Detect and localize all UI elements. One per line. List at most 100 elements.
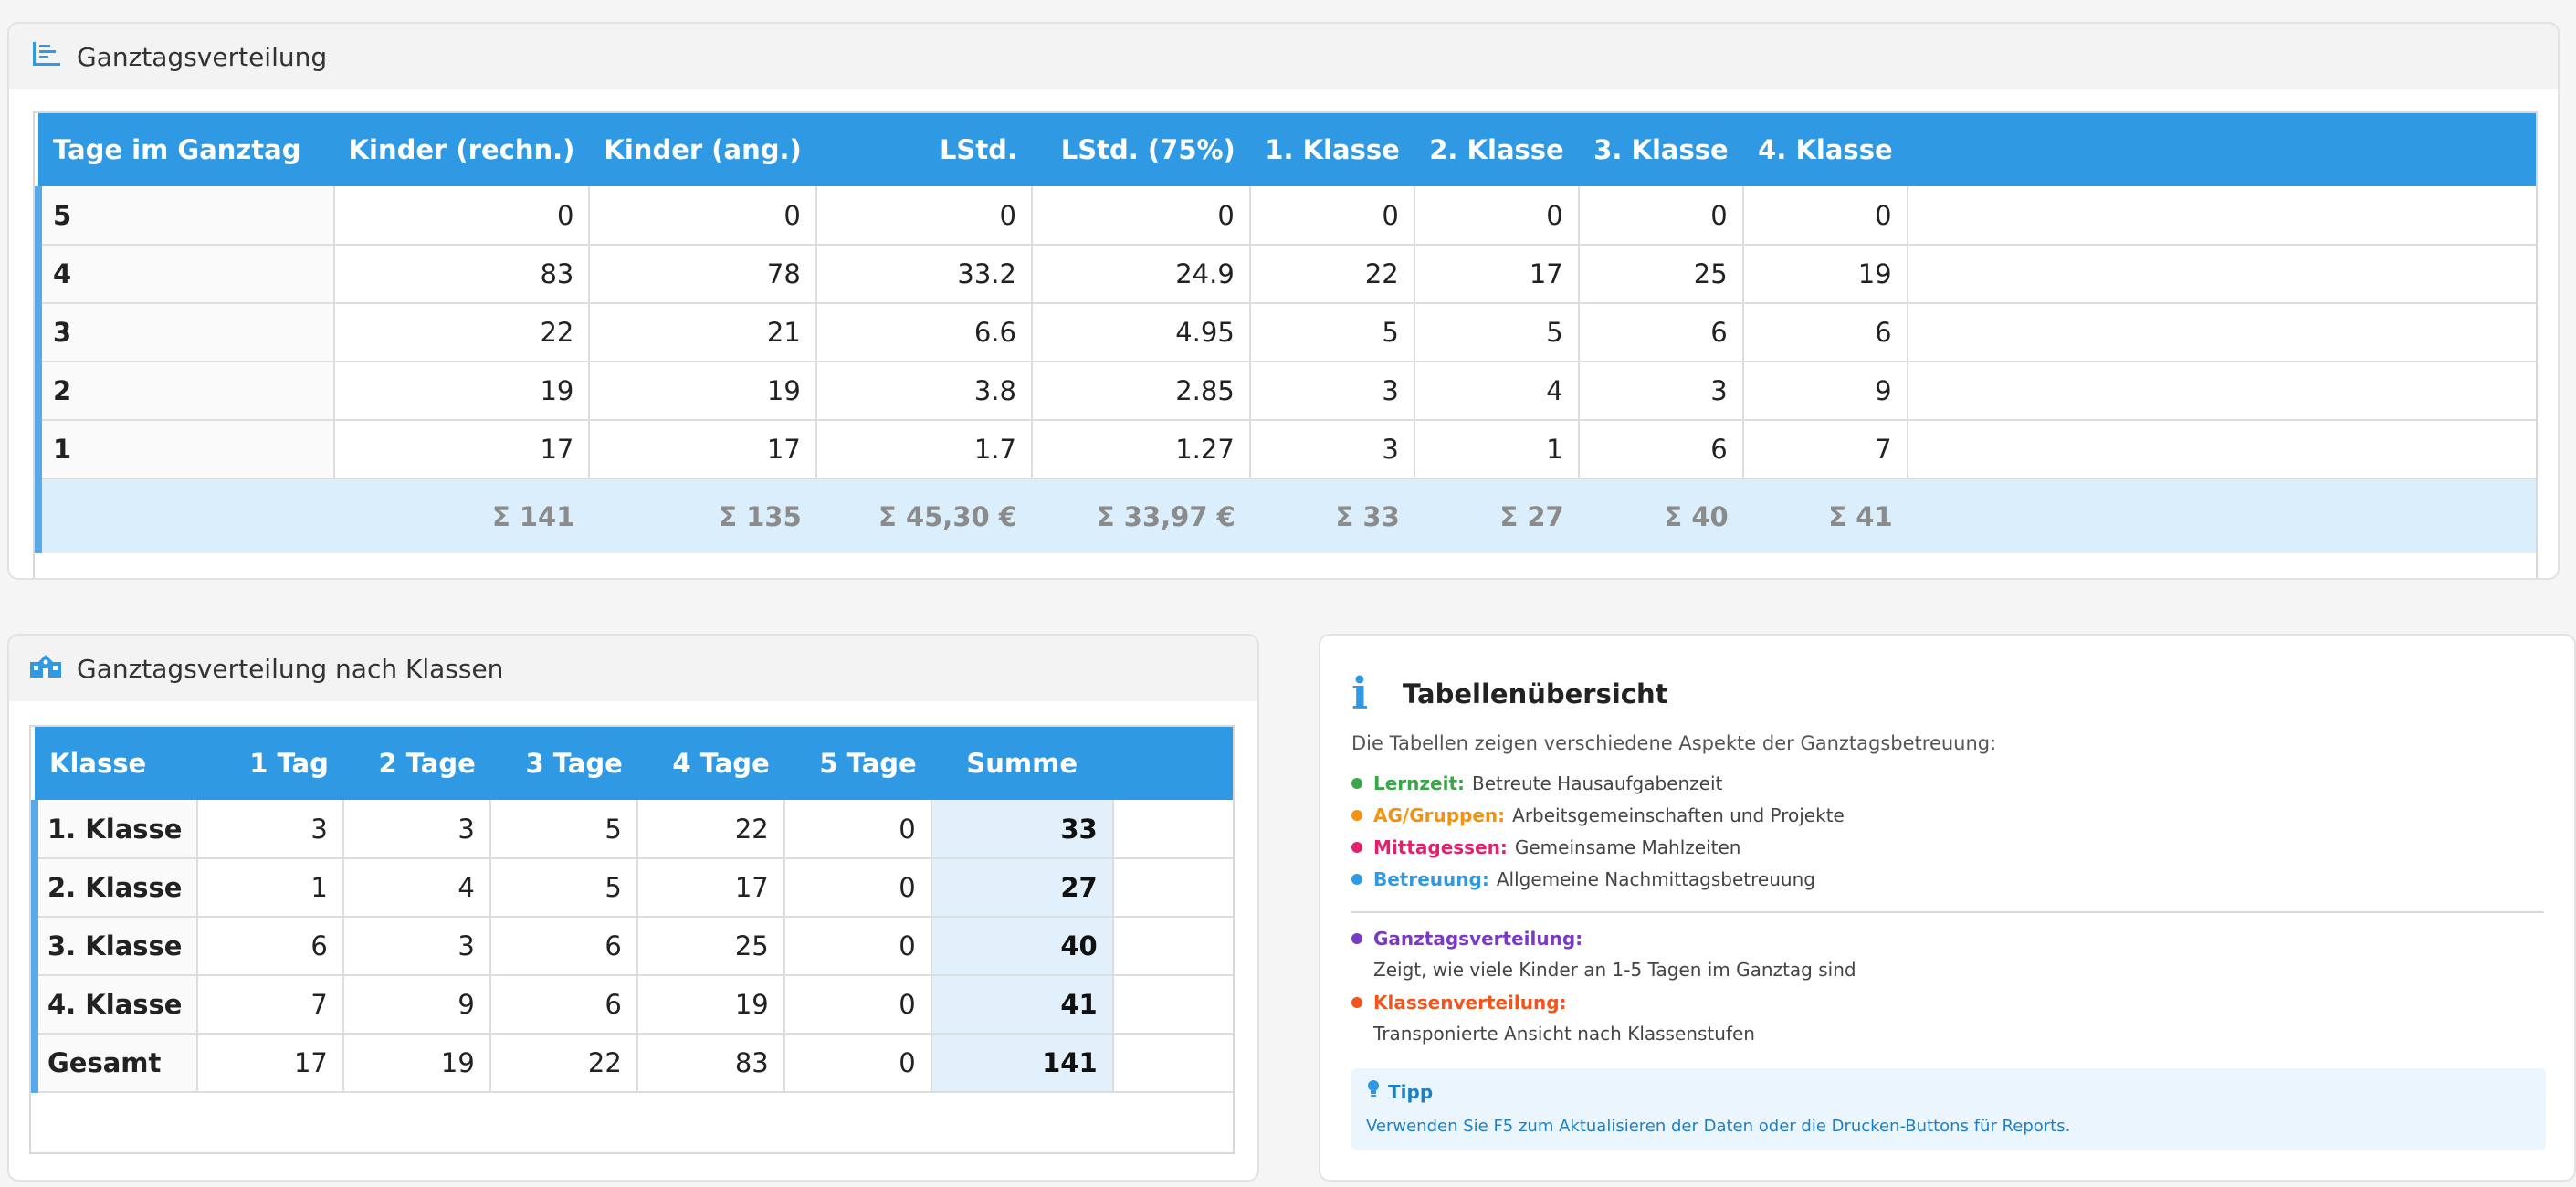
table-cell[interactable]: 0: [783, 858, 932, 918]
table-cell[interactable]: 0: [783, 1034, 932, 1093]
summe-cell[interactable]: 141: [931, 1034, 1114, 1093]
table-cell[interactable]: 1.7: [815, 420, 1033, 479]
table-row[interactable]: 4. Klasse 7 9 6 19 0 41: [31, 975, 1233, 1035]
table-row[interactable]: Gesamt 17 19 22 83 0 141: [31, 1034, 1233, 1093]
table-cell[interactable]: 21: [589, 303, 817, 362]
table-cell[interactable]: 19: [333, 362, 591, 421]
table-cell[interactable]: 5: [1249, 303, 1415, 362]
table-cell[interactable]: 6.6: [815, 303, 1033, 362]
table-cell[interactable]: 0: [783, 917, 932, 976]
row-label-cell[interactable]: 1. Klasse: [31, 800, 199, 859]
row-label-cell[interactable]: 1: [35, 420, 335, 479]
table-cell[interactable]: 0: [1414, 186, 1580, 246]
col-header-2-tage[interactable]: 2 Tage: [342, 727, 490, 800]
table-cell[interactable]: 6: [1578, 303, 1744, 362]
col-header-summe[interactable]: Summe: [931, 727, 1113, 800]
table-cell[interactable]: 3: [1578, 362, 1744, 421]
col-header-klasse-1[interactable]: 1. Klasse: [1249, 113, 1414, 186]
table-cell[interactable]: 5: [489, 800, 638, 859]
table-cell[interactable]: 1: [1414, 420, 1580, 479]
table-cell[interactable]: 0: [815, 186, 1033, 246]
col-header-klasse-3[interactable]: 3. Klasse: [1578, 113, 1743, 186]
row-label-cell[interactable]: 3: [35, 303, 335, 362]
col-header-4-tage[interactable]: 4 Tage: [636, 727, 784, 800]
table-cell[interactable]: 0: [1578, 186, 1744, 246]
table-cell[interactable]: 17: [197, 1034, 344, 1093]
col-header-klasse-4[interactable]: 4. Klasse: [1742, 113, 1908, 186]
col-header-tage[interactable]: Tage im Ganztag: [38, 113, 334, 186]
table-cell[interactable]: 17: [589, 420, 817, 479]
table-cell[interactable]: 3: [1249, 362, 1415, 421]
table-cell[interactable]: 78: [589, 245, 817, 304]
col-header-kinder-rechn[interactable]: Kinder (rechn.): [333, 113, 590, 186]
table-cell[interactable]: 22: [636, 800, 785, 859]
table-row[interactable]: 3. Klasse 6 3 6 25 0 40: [31, 917, 1233, 976]
col-header-kinder-ang[interactable]: Kinder (ang.): [589, 113, 816, 186]
table-cell[interactable]: 19: [636, 975, 785, 1035]
table-cell[interactable]: 6: [1742, 303, 1908, 362]
table-cell[interactable]: 2.85: [1031, 362, 1251, 421]
col-header-klasse[interactable]: Klasse: [35, 727, 198, 800]
col-header-lstd-75[interactable]: LStd. (75%): [1031, 113, 1250, 186]
table-cell[interactable]: 17: [333, 420, 591, 479]
summe-cell[interactable]: 41: [931, 975, 1114, 1035]
table-cell[interactable]: 19: [342, 1034, 491, 1093]
table-cell[interactable]: 3: [1249, 420, 1415, 479]
summe-cell[interactable]: 33: [931, 800, 1114, 859]
row-label-cell[interactable]: 4. Klasse: [31, 975, 199, 1035]
table-cell[interactable]: 19: [589, 362, 817, 421]
table-row[interactable]: 2 19 19 3.8 2.85 3 4 3 9: [35, 362, 2536, 421]
table-cell[interactable]: 7: [1742, 420, 1908, 479]
table-cell[interactable]: 22: [489, 1034, 638, 1093]
table-row[interactable]: 3 22 21 6.6 4.95 5 5 6 6: [35, 303, 2536, 362]
table-cell[interactable]: 83: [333, 245, 591, 304]
col-header-1-tag[interactable]: 1 Tag: [197, 727, 343, 800]
table-cell[interactable]: 25: [636, 917, 785, 976]
table-cell[interactable]: 19: [1742, 245, 1908, 304]
table-cell[interactable]: 17: [1414, 245, 1580, 304]
table-cell[interactable]: 6: [489, 917, 638, 976]
table-cell[interactable]: 3: [342, 917, 491, 976]
table-cell[interactable]: 9: [342, 975, 491, 1035]
table-cell[interactable]: 1: [197, 858, 344, 918]
table-cell[interactable]: 0: [1249, 186, 1415, 246]
table-row[interactable]: 2. Klasse 1 4 5 17 0 27: [31, 858, 1233, 918]
table-cell[interactable]: 5: [1414, 303, 1580, 362]
row-label-cell[interactable]: 3. Klasse: [31, 917, 199, 976]
table-cell[interactable]: 1.27: [1031, 420, 1251, 479]
table-cell[interactable]: 3: [342, 800, 491, 859]
table-cell[interactable]: 4: [342, 858, 491, 918]
table-row[interactable]: 1. Klasse 3 3 5 22 0 33: [31, 800, 1233, 859]
table-cell[interactable]: 0: [783, 975, 932, 1035]
table-cell[interactable]: 33.2: [815, 245, 1033, 304]
table-row[interactable]: 1 17 17 1.7 1.27 3 1 6 7: [35, 420, 2536, 479]
table-cell[interactable]: 6: [489, 975, 638, 1035]
table-cell[interactable]: 3: [197, 800, 344, 859]
ganztag-grid[interactable]: Tage im Ganztag Kinder (rechn.) Kinder (…: [33, 111, 2538, 578]
table-cell[interactable]: 0: [589, 186, 817, 246]
table-row[interactable]: 500000000: [35, 186, 2536, 246]
table-row[interactable]: 4 83 78 33.2 24.9 22 17 25 19: [35, 245, 2536, 304]
table-cell[interactable]: 4: [1414, 362, 1580, 421]
table-cell[interactable]: 25: [1578, 245, 1744, 304]
table-cell[interactable]: 3.8: [815, 362, 1033, 421]
table-cell[interactable]: 0: [1031, 186, 1251, 246]
col-header-lstd[interactable]: LStd.: [815, 113, 1032, 186]
col-header-3-tage[interactable]: 3 Tage: [489, 727, 637, 800]
summe-cell[interactable]: 40: [931, 917, 1114, 976]
col-header-5-tage[interactable]: 5 Tage: [783, 727, 931, 800]
table-cell[interactable]: 0: [783, 800, 932, 859]
table-cell[interactable]: 0: [1742, 186, 1908, 246]
col-header-klasse-2[interactable]: 2. Klasse: [1414, 113, 1579, 186]
row-label-cell[interactable]: Gesamt: [31, 1034, 199, 1093]
row-label-cell[interactable]: 5: [35, 186, 335, 246]
table-cell[interactable]: 7: [197, 975, 344, 1035]
table-cell[interactable]: 6: [1578, 420, 1744, 479]
table-cell[interactable]: 24.9: [1031, 245, 1251, 304]
table-cell[interactable]: 0: [333, 186, 591, 246]
table-cell[interactable]: 17: [636, 858, 785, 918]
row-label-cell[interactable]: 2: [35, 362, 335, 421]
table-cell[interactable]: 22: [1249, 245, 1415, 304]
summe-cell[interactable]: 27: [931, 858, 1114, 918]
table-cell[interactable]: 4.95: [1031, 303, 1251, 362]
